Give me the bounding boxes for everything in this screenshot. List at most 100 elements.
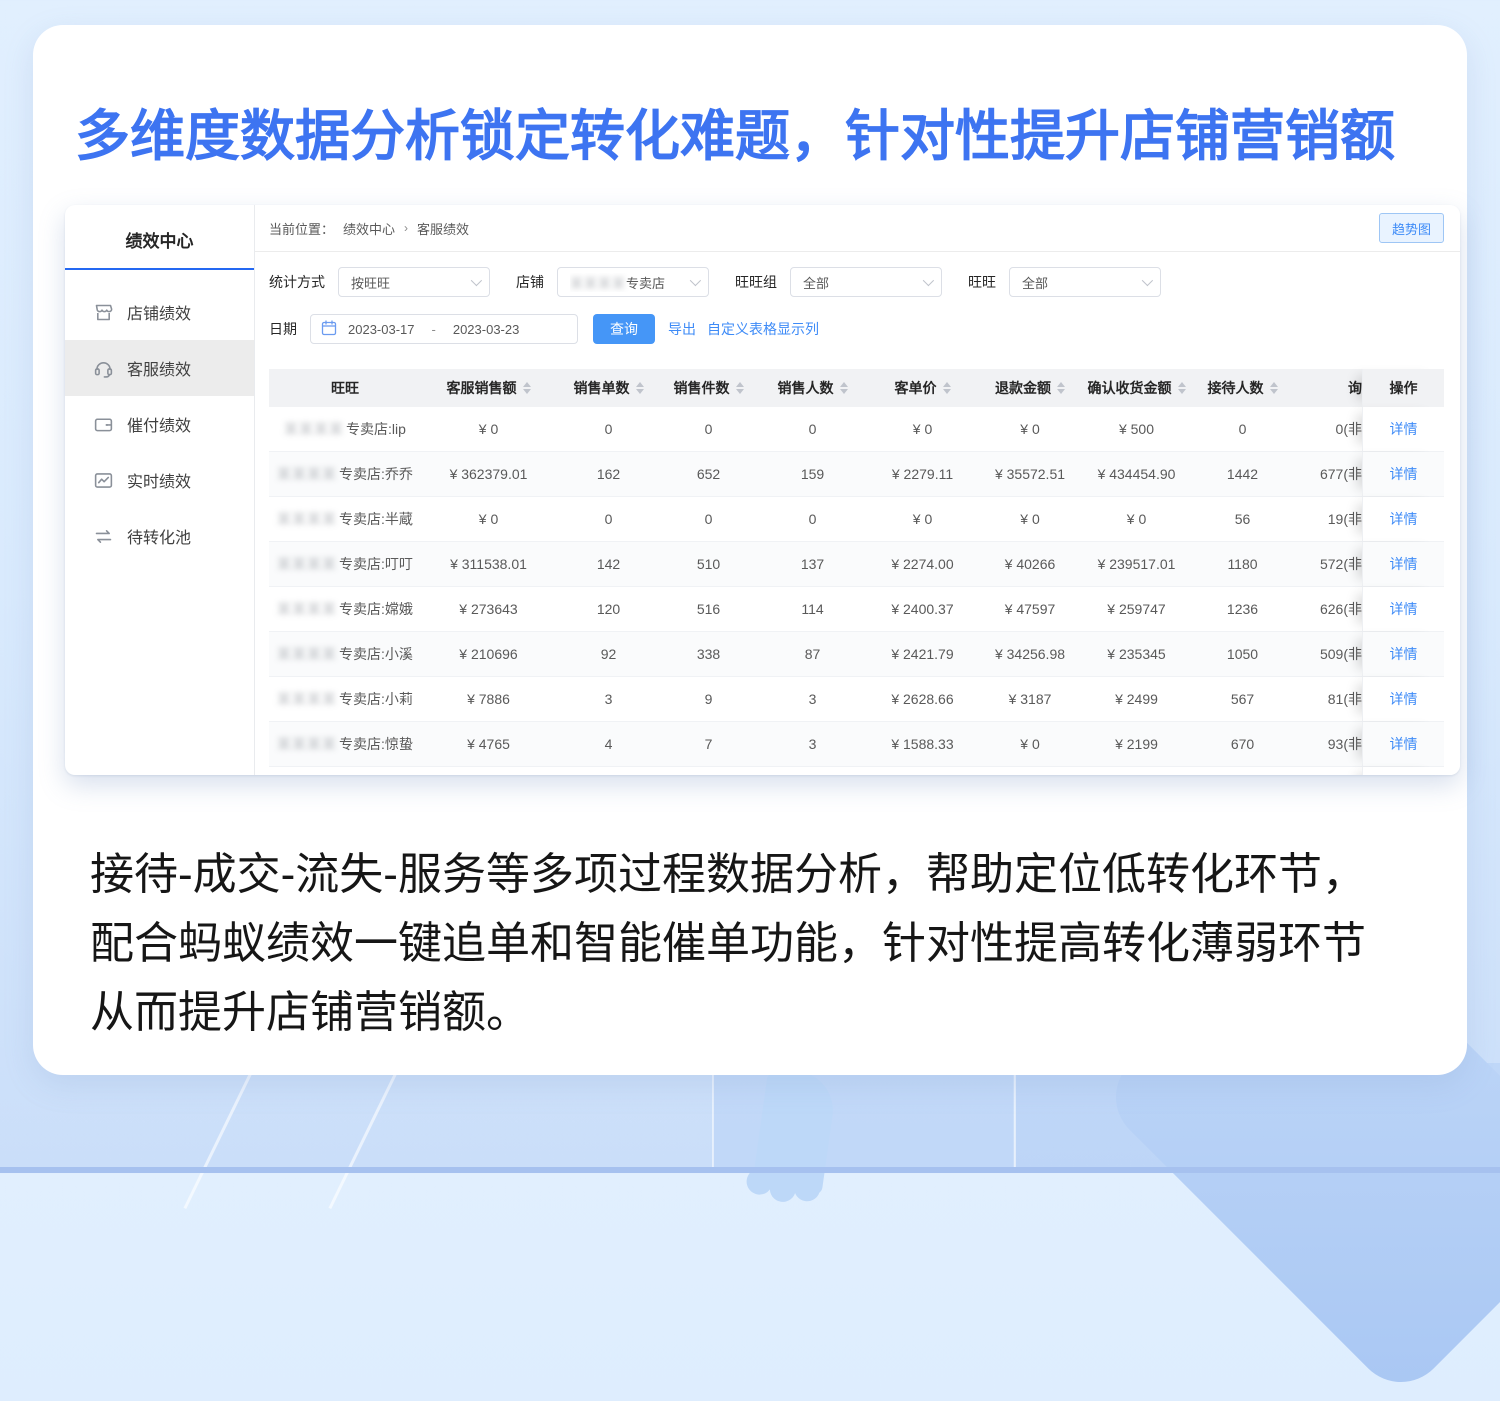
cell-value: 0	[756, 497, 869, 541]
date-range-input[interactable]: 2023-03-17 - 2023-03-23	[310, 314, 578, 344]
chevron-down-icon	[923, 275, 934, 286]
cell-value: ¥ 4765	[421, 722, 556, 766]
filter-label-wangwang: 旺旺	[968, 272, 996, 292]
chevron-down-icon	[471, 275, 482, 286]
cell-value: 1442	[1189, 452, 1296, 496]
detail-link[interactable]: 详情	[1390, 464, 1418, 484]
decorative-line	[712, 1063, 714, 1173]
table-row: 某某某某专卖店:乔乔¥ 362379.01162652159¥ 2279.11¥…	[269, 452, 1444, 497]
detail-link[interactable]: 详情	[1390, 734, 1418, 754]
column-header-7[interactable]: 确认收货金额	[1084, 369, 1189, 407]
column-label: 客单价	[895, 378, 937, 398]
customize-columns-link[interactable]: 自定义表格显示列	[707, 319, 819, 339]
cell-value: ¥ 2499	[1084, 677, 1189, 721]
cell-value: ¥ 1588.33	[869, 722, 976, 766]
sort-icon[interactable]	[1178, 382, 1186, 394]
sort-icon[interactable]	[1057, 382, 1065, 394]
cell-value: 0	[556, 407, 661, 451]
redacted-text: 某某某某	[277, 689, 337, 709]
cell-value: ¥ 34256.98	[976, 632, 1084, 676]
column-header-2[interactable]: 销售单数	[556, 369, 661, 407]
column-header-5[interactable]: 客单价	[869, 369, 976, 407]
sidebar-item-store-performance[interactable]: 店铺绩效	[65, 284, 254, 340]
decorative-strip	[0, 1167, 1500, 1173]
table-body: 某某某某专卖店:lip¥ 0000¥ 0¥ 0¥ 50000(非详情某某某某专卖…	[269, 407, 1444, 775]
sidebar-item-service-performance[interactable]: 客服绩效	[65, 340, 254, 396]
cell-value: ¥ 239517.01	[1084, 542, 1189, 586]
filter-label-stat-mode: 统计方式	[269, 272, 325, 292]
sidebar-item-conversion-pool[interactable]: 待转化池	[65, 508, 254, 564]
decorative-wave-shape	[752, 1067, 838, 1196]
column-header-9: 询	[1296, 369, 1362, 407]
cell-wangwang-name: 某某某某专卖店:乔乔	[269, 452, 421, 496]
table-row: 某某某某专卖店:嫦娥¥ 273643120516114¥ 2400.37¥ 47…	[269, 587, 1444, 632]
redacted-text: 某某某某	[277, 464, 337, 484]
sidebar-items: 店铺绩效客服绩效催付绩效实时绩效待转化池	[65, 284, 254, 564]
date-label: 日期	[269, 319, 297, 339]
shop-select[interactable]: 某某某某专卖店	[557, 267, 709, 297]
redacted-text: 某某某某	[284, 419, 344, 439]
query-button[interactable]: 查询	[593, 314, 655, 344]
cell-value: 114	[756, 587, 869, 631]
sort-icon[interactable]	[840, 382, 848, 394]
sort-icon[interactable]	[943, 382, 951, 394]
hero-title: 多维度数据分析锁定转化难题，针对性提升店铺营销额	[75, 91, 1395, 171]
detail-link[interactable]: 详情	[1390, 644, 1418, 664]
sidebar-item-label: 催付绩效	[127, 412, 191, 436]
column-header-0: 旺旺	[269, 369, 421, 407]
detail-link[interactable]: 详情	[1390, 554, 1418, 574]
detail-link[interactable]: 详情	[1390, 419, 1418, 439]
column-label: 接待人数	[1208, 378, 1264, 398]
sort-icon[interactable]	[523, 382, 531, 394]
column-header-6[interactable]: 退款金额	[976, 369, 1084, 407]
cell-value: 516	[661, 587, 756, 631]
detail-link[interactable]: 详情	[1390, 689, 1418, 709]
cell-value: ¥ 311538.01	[421, 542, 556, 586]
detail-link[interactable]: 详情	[1390, 509, 1418, 529]
column-label: 客服销售额	[447, 378, 517, 398]
stat-mode-select[interactable]: 按旺旺	[338, 267, 490, 297]
cell-value: ¥ 2274.00	[869, 542, 976, 586]
breadcrumb-home[interactable]: 绩效中心	[343, 219, 395, 238]
wangwang-group-select[interactable]: 全部	[790, 267, 942, 297]
cell-value: ¥ 412006	[421, 767, 556, 775]
column-label: 询	[1348, 378, 1362, 398]
sidebar-item-realtime-performance[interactable]: 实时绩效	[65, 452, 254, 508]
description-text: 接待-成交-流失-服务等多项过程数据分析，帮助定位低转化环节， 配合蚂蚁绩效一键…	[90, 840, 1366, 1047]
date-end: 2023-03-23	[453, 322, 520, 337]
cell-value: ¥ 0	[421, 407, 556, 451]
cell-value: ¥ 35572.51	[976, 452, 1084, 496]
cell-inquiry: 626(非	[1296, 587, 1362, 631]
cell-value: ¥ 0	[869, 497, 976, 541]
sort-icon[interactable]	[736, 382, 744, 394]
description-line-2: 配合蚂蚁绩效一键追单和智能催单功能，针对性提高转化薄弱环节	[90, 909, 1366, 978]
cell-value: 567	[1189, 677, 1296, 721]
detail-link[interactable]: 详情	[1390, 599, 1418, 619]
wangwang-select[interactable]: 全部	[1009, 267, 1161, 297]
redacted-text: 某某某某	[277, 644, 337, 664]
sidebar-item-reminder-performance[interactable]: 催付绩效	[65, 396, 254, 452]
cell-value: ¥ 40266	[976, 542, 1084, 586]
cell-inquiry: 0(非	[1296, 407, 1362, 451]
column-header-8[interactable]: 接待人数	[1189, 369, 1296, 407]
column-header-4[interactable]: 销售人数	[756, 369, 869, 407]
cell-value: 0	[756, 407, 869, 451]
column-label: 确认收货金额	[1088, 378, 1172, 398]
column-header-3[interactable]: 销售件数	[661, 369, 756, 407]
sort-icon[interactable]	[1270, 382, 1278, 394]
breadcrumb-separator-icon: ›	[404, 221, 408, 235]
cell-value: 1236	[1189, 587, 1296, 631]
wallet-icon	[93, 414, 114, 435]
cell-value: 652	[661, 452, 756, 496]
cell-value: ¥ 0	[421, 497, 556, 541]
column-header-1[interactable]: 客服销售额	[421, 369, 556, 407]
export-link[interactable]: 导出	[668, 319, 696, 339]
cell-value: 137	[756, 542, 869, 586]
main-content: 当前位置： 绩效中心 › 客服绩效 趋势图 统计方式按旺旺店铺某某某某专卖店旺旺…	[255, 205, 1460, 775]
sidebar-item-label: 实时绩效	[127, 468, 191, 492]
filter-group-wangwang-group: 旺旺组全部	[735, 267, 942, 297]
cell-wangwang-name: 某某某某专卖店:惊蛰	[269, 722, 421, 766]
sort-icon[interactable]	[636, 382, 644, 394]
cell-value: ¥ 69811.14	[976, 767, 1084, 775]
trend-chart-button[interactable]: 趋势图	[1379, 213, 1444, 243]
